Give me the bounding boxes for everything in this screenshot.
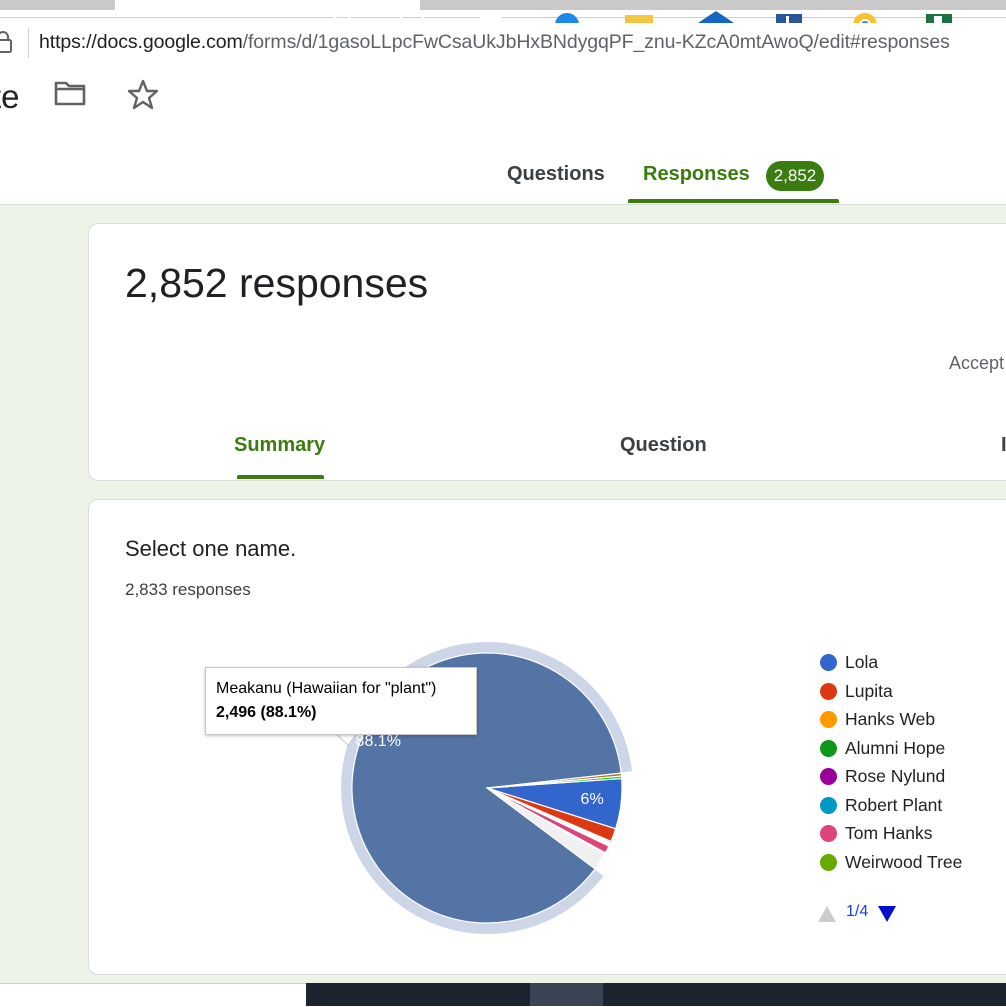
file-explorer-icon[interactable] [622, 11, 656, 23]
subtab-summary[interactable]: Summary [234, 434, 325, 457]
url-domain: https://docs.google.com [39, 31, 243, 53]
legend-label: Alumni Hope [845, 738, 946, 758]
url-path: /forms/d/1gasoLLpcFwCsaUkJbHxBNdygqPF_zn… [242, 31, 950, 53]
subtab-question[interactable]: Question [620, 434, 707, 457]
legend-label: Tom Hanks [845, 823, 933, 843]
lock-icon[interactable] [0, 31, 12, 53]
tab-responses[interactable]: Responses [643, 163, 750, 186]
legend-label: Robert Plant [845, 795, 943, 815]
responses-count-badge: 2,852 [766, 161, 824, 191]
pager-up-icon[interactable] [818, 906, 836, 922]
legend-swatch [820, 768, 837, 785]
form-title[interactable]: te [0, 78, 20, 116]
accepting-responses-label: Accept [949, 353, 1005, 373]
legend-swatch [820, 825, 837, 842]
pager-page-indicator: 1/4 [846, 903, 869, 920]
taskbar-active-app[interactable] [530, 983, 603, 1006]
windows-taskbar [306, 983, 1006, 1006]
browser-tab[interactable] [420, 0, 1006, 10]
legend-swatch [820, 711, 837, 728]
subtab-individual[interactable]: I [1001, 434, 1006, 457]
tooltip-slice-name: Meakanu (Hawaiian for "plant") [216, 680, 437, 697]
legend-swatch [820, 683, 837, 700]
star-icon[interactable] [127, 79, 159, 111]
chart-tooltip: Meakanu (Hawaiian for "plant") 2,496 (88… [205, 667, 477, 735]
address-divider [28, 28, 29, 58]
search-icon[interactable] [330, 11, 354, 23]
question-response-count: 2,833 responses [125, 580, 251, 599]
active-tab-indicator [628, 199, 839, 203]
tab-questions[interactable]: Questions [507, 163, 605, 186]
pager-down-icon[interactable] [878, 906, 896, 922]
legend-swatch [820, 797, 837, 814]
total-responses-heading: 2,852 responses [125, 260, 429, 306]
legend-swatch [820, 654, 837, 671]
folder-icon[interactable] [54, 80, 86, 106]
pie-data-label: 6% [581, 791, 604, 808]
chrome-icon[interactable] [848, 11, 882, 23]
taskbar-blank [0, 983, 306, 1007]
legend-swatch [820, 740, 837, 757]
legend-label: Lola [845, 652, 879, 672]
legend-label: Weirwood Tree [845, 852, 963, 872]
legend-swatch [820, 854, 837, 871]
store-icon[interactable] [474, 11, 508, 23]
legend-label: Lupita [845, 681, 893, 701]
address-bar[interactable]: https://docs.google.com/forms/d/1gasoLLp… [0, 17, 1006, 69]
edge-icon[interactable] [550, 11, 584, 23]
legend-label: Rose Nylund [845, 766, 946, 786]
url-text[interactable]: https://docs.google.com/forms/d/1gasoLLp… [39, 31, 950, 54]
app-icon-doc[interactable] [772, 11, 806, 23]
browser-tab[interactable] [0, 0, 115, 10]
tooltip-slice-value: 2,496 (88.1%) [216, 704, 317, 721]
legend-label: Hanks Web [845, 709, 936, 729]
question-title: Select one name. [125, 536, 297, 561]
active-subtab-indicator [237, 475, 324, 479]
excel-icon[interactable] [922, 11, 956, 23]
app-icon-blue[interactable] [696, 11, 736, 23]
task-view-icon[interactable] [398, 11, 426, 23]
